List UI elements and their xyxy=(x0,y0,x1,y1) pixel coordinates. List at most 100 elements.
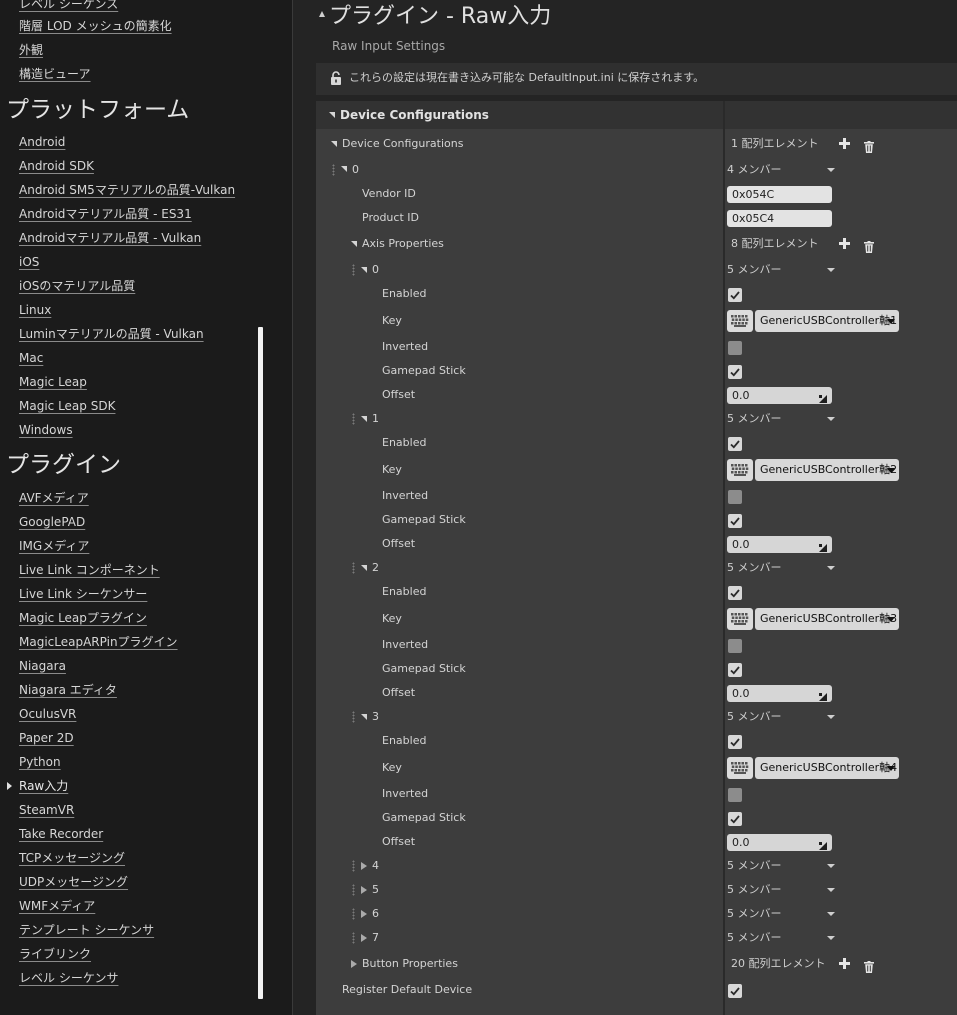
column-divider[interactable] xyxy=(723,101,725,1015)
lock-icon[interactable] xyxy=(330,71,342,85)
sidebar-item[interactable]: TCPメッセージング xyxy=(19,850,125,866)
chevron-down-icon[interactable] xyxy=(827,936,835,940)
sidebar-item[interactable]: Niagara エディタ xyxy=(19,682,117,698)
add-element-icon[interactable] xyxy=(839,958,850,969)
gamepad-stick-checkbox[interactable] xyxy=(728,514,742,528)
collapse-arrow-icon[interactable] xyxy=(329,112,335,118)
delete-array-icon[interactable] xyxy=(864,138,874,153)
sidebar-item[interactable]: Magic Leapプラグイン xyxy=(19,610,147,626)
vendor-id-field[interactable]: 0x054C xyxy=(727,186,832,203)
sidebar-item[interactable]: SteamVR xyxy=(19,802,74,818)
chevron-down-icon[interactable] xyxy=(827,417,835,421)
key-select[interactable]: GenericUSBController軸2 xyxy=(755,459,899,481)
keyboard-icon[interactable] xyxy=(727,310,753,332)
chevron-down-icon[interactable] xyxy=(827,715,835,719)
chevron-down-icon[interactable] xyxy=(827,268,835,272)
enabled-checkbox[interactable] xyxy=(728,735,742,749)
chevron-down-icon[interactable] xyxy=(827,864,835,868)
sidebar-item[interactable]: 階層 LOD メッシュの簡素化 xyxy=(19,18,172,34)
drag-handle-icon[interactable] xyxy=(352,860,355,872)
drag-handle-icon[interactable] xyxy=(332,164,335,176)
sidebar-item[interactable]: Luminマテリアルの品質 - Vulkan xyxy=(19,326,204,342)
expand-arrow-icon[interactable] xyxy=(351,960,357,968)
sidebar-item[interactable]: Mac xyxy=(19,350,43,366)
sidebar-item[interactable]: Android xyxy=(19,134,65,150)
drag-handle-icon[interactable] xyxy=(352,884,355,896)
sidebar-scrollbar[interactable] xyxy=(258,327,263,999)
drag-handle-icon[interactable] xyxy=(352,413,355,425)
collapse-arrow-icon[interactable] xyxy=(361,267,367,273)
gamepad-stick-checkbox[interactable] xyxy=(728,663,742,677)
enabled-checkbox[interactable] xyxy=(728,437,742,451)
gamepad-stick-checkbox[interactable] xyxy=(728,365,742,379)
sidebar-item[interactable]: レベル シーケンス xyxy=(19,0,118,12)
sidebar-item[interactable]: UDPメッセージング xyxy=(19,874,128,890)
inverted-checkbox[interactable] xyxy=(728,341,742,355)
key-select[interactable]: GenericUSBController軸4 xyxy=(755,757,899,779)
delete-array-icon[interactable] xyxy=(864,958,874,973)
expand-arrow-icon[interactable] xyxy=(361,886,367,894)
sidebar-item[interactable]: Androidマテリアル品質 - ES31 xyxy=(19,206,192,222)
offset-field[interactable]: 0.0 xyxy=(727,387,832,404)
sidebar-item-active[interactable]: Raw入力 xyxy=(19,778,68,794)
sidebar-item[interactable]: Windows xyxy=(19,422,73,438)
drag-handle-icon[interactable] xyxy=(352,711,355,723)
drag-handle-icon[interactable] xyxy=(352,932,355,944)
key-select[interactable]: GenericUSBController軸3 xyxy=(755,608,899,630)
sidebar-item[interactable]: Linux xyxy=(19,302,51,318)
sidebar-item[interactable]: Python xyxy=(19,754,61,770)
key-select[interactable]: GenericUSBController軸1 xyxy=(755,310,899,332)
sidebar-item[interactable]: AVFメディア xyxy=(19,490,89,506)
expand-arrow-icon[interactable] xyxy=(361,862,367,870)
chevron-down-icon[interactable] xyxy=(827,912,835,916)
chevron-down-icon[interactable] xyxy=(827,888,835,892)
collapse-arrow-icon[interactable] xyxy=(331,141,337,147)
collapse-arrow-icon[interactable] xyxy=(341,166,347,172)
sidebar-item[interactable]: レベル シーケンサ xyxy=(19,970,118,986)
sidebar-item[interactable]: iOSのマテリアル品質 xyxy=(19,278,135,294)
chevron-down-icon[interactable] xyxy=(827,168,835,172)
collapse-arrow-icon[interactable] xyxy=(361,416,367,422)
collapse-arrow-icon[interactable] xyxy=(351,241,357,247)
sidebar-item[interactable]: テンプレート シーケンサ xyxy=(19,922,154,938)
sidebar-item[interactable]: Android SM5マテリアルの品質-Vulkan xyxy=(19,182,235,198)
title-collapse-icon[interactable] xyxy=(319,11,325,17)
sidebar-item[interactable]: GooglePAD xyxy=(19,514,85,530)
add-element-icon[interactable] xyxy=(839,138,850,149)
inverted-checkbox[interactable] xyxy=(728,788,742,802)
sidebar-item[interactable]: Live Link シーケンサー xyxy=(19,586,147,602)
keyboard-icon[interactable] xyxy=(727,757,753,779)
sidebar-item[interactable]: MagicLeapARPinプラグイン xyxy=(19,634,178,650)
register-default-device-checkbox[interactable] xyxy=(728,984,742,998)
sidebar-item[interactable]: WMFメディア xyxy=(19,898,95,914)
sidebar-item[interactable]: iOS xyxy=(19,254,39,270)
collapse-arrow-icon[interactable] xyxy=(361,714,367,720)
expand-arrow-icon[interactable] xyxy=(361,934,367,942)
drag-handle-icon[interactable] xyxy=(352,562,355,574)
sidebar-item[interactable]: Take Recorder xyxy=(19,826,103,842)
add-element-icon[interactable] xyxy=(839,238,850,249)
delete-array-icon[interactable] xyxy=(864,238,874,253)
product-id-field[interactable]: 0x05C4 xyxy=(727,210,832,227)
enabled-checkbox[interactable] xyxy=(728,586,742,600)
chevron-down-icon[interactable] xyxy=(827,566,835,570)
keyboard-icon[interactable] xyxy=(727,608,753,630)
sidebar-item[interactable]: Magic Leap SDK xyxy=(19,398,115,414)
sidebar-item[interactable]: Niagara xyxy=(19,658,66,674)
sidebar-item[interactable]: IMGメディア xyxy=(19,538,89,554)
drag-handle-icon[interactable] xyxy=(352,264,355,276)
expand-arrow-icon[interactable] xyxy=(361,910,367,918)
sidebar-item[interactable]: Magic Leap xyxy=(19,374,87,390)
gamepad-stick-checkbox[interactable] xyxy=(728,812,742,826)
sidebar-item[interactable]: Androidマテリアル品質 - Vulkan xyxy=(19,230,201,246)
sidebar-item[interactable]: 外観 xyxy=(19,42,43,58)
sidebar-item[interactable]: Live Link コンポーネント xyxy=(19,562,160,578)
sidebar-item[interactable]: OculusVR xyxy=(19,706,76,722)
sidebar-item[interactable]: Paper 2D xyxy=(19,730,74,746)
inverted-checkbox[interactable] xyxy=(728,490,742,504)
offset-field[interactable]: 0.0 xyxy=(727,685,832,702)
sidebar-item[interactable]: Android SDK xyxy=(19,158,94,174)
inverted-checkbox[interactable] xyxy=(728,639,742,653)
collapse-arrow-icon[interactable] xyxy=(361,565,367,571)
sidebar-item[interactable]: ライブリンク xyxy=(19,946,91,962)
